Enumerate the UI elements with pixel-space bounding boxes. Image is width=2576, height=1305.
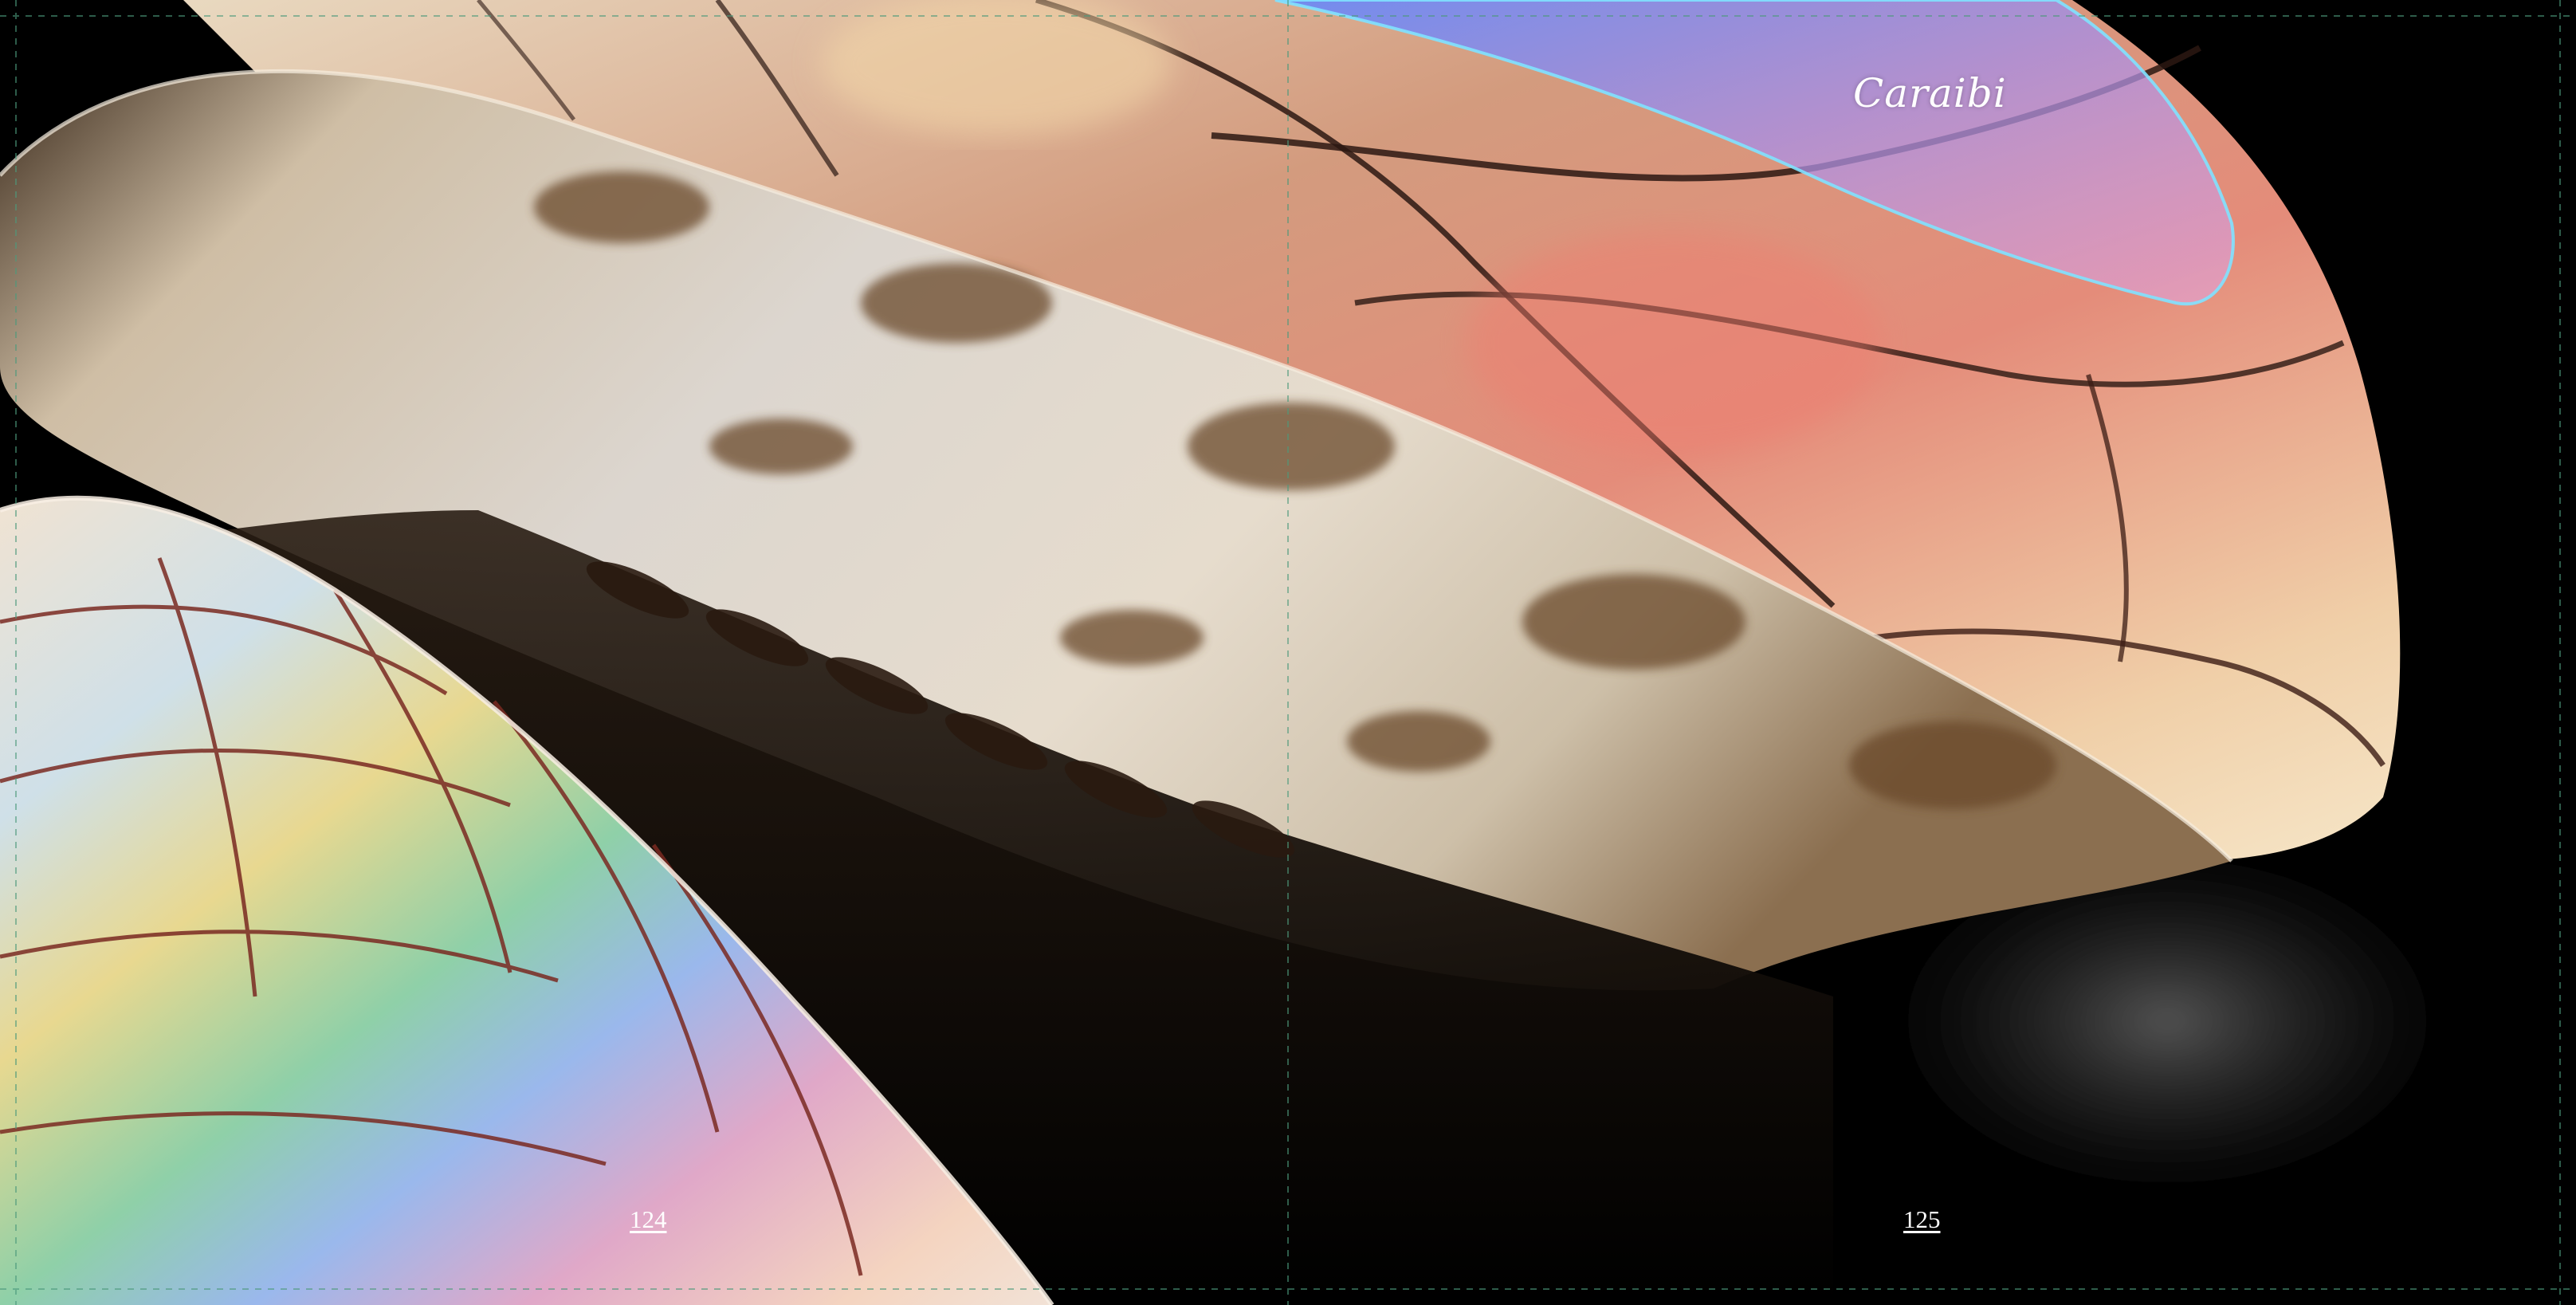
book-spread: Caraibi 124 125 (0, 0, 2576, 1305)
right-page-number: 125 (1903, 1205, 1941, 1233)
left-page-number: 124 (630, 1205, 667, 1233)
sea-turtle-photograph (0, 0, 2576, 1305)
page-title: Caraibi (1853, 70, 2007, 116)
